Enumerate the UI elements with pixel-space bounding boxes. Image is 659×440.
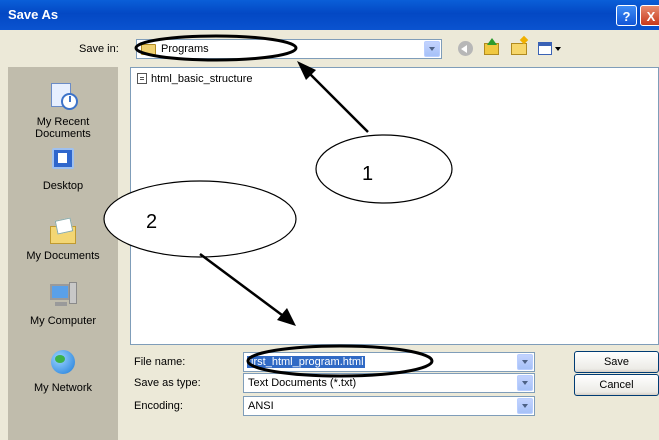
callout-1-number: 1	[362, 163, 373, 185]
callout-bubble-2	[103, 180, 297, 258]
callout-2-number: 2	[146, 211, 157, 233]
save-as-dialog: Save As ? X Save in: Programs My Recent …	[0, 0, 659, 440]
arrow-2-head	[277, 308, 296, 326]
callout-ellipse-file-name	[246, 344, 434, 378]
callout-ellipse-save-in	[134, 34, 298, 62]
callout-bubble-1	[315, 134, 453, 204]
annotation-overlay: 1 2	[103, 34, 453, 378]
arrow-1-line	[305, 69, 369, 133]
arrow-2-line	[199, 252, 287, 320]
